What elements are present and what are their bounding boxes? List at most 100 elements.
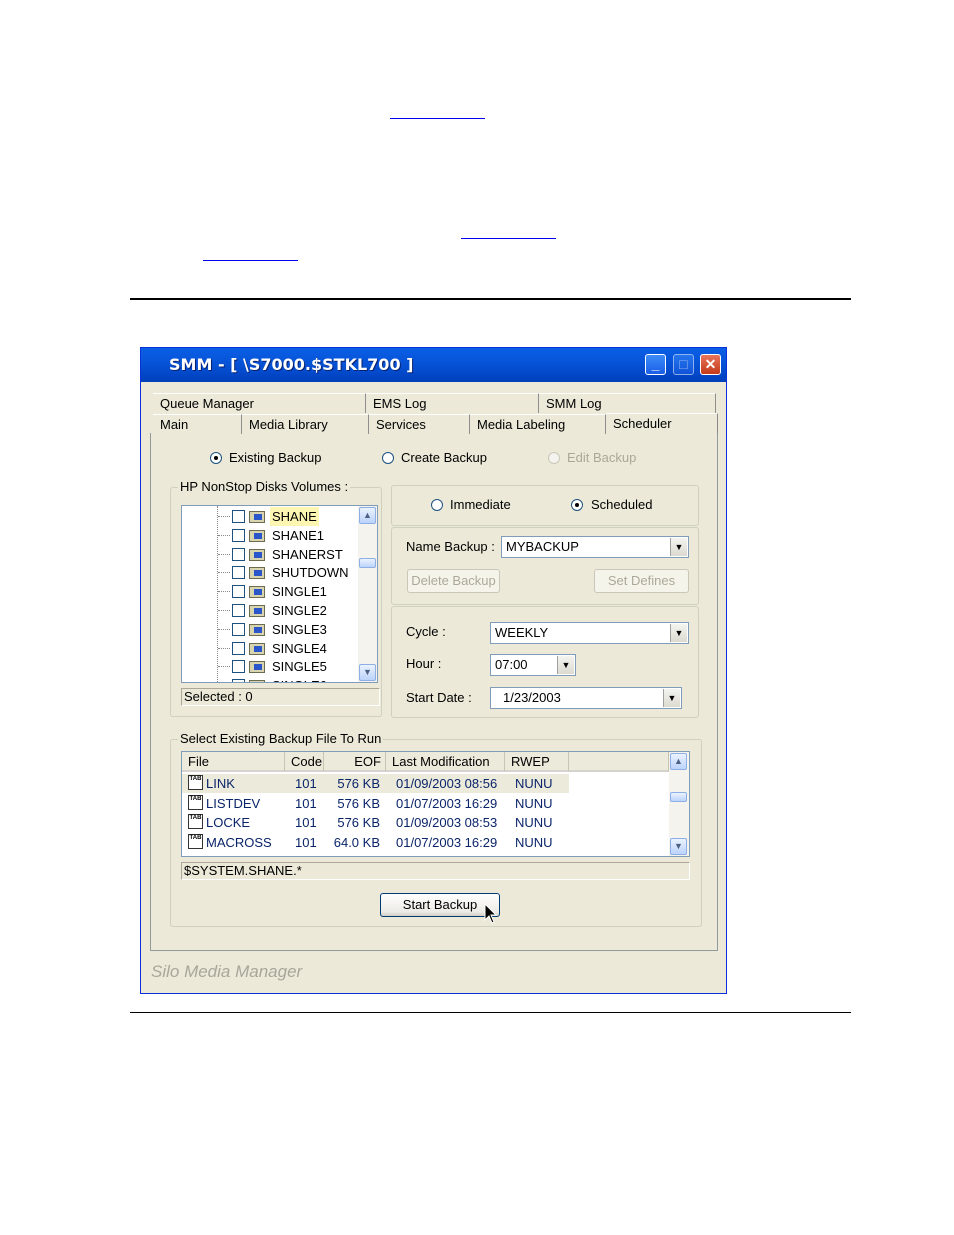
tab-media-labeling[interactable]: Media Labeling [470,414,606,434]
name-backup-label: Name Backup : [406,539,495,554]
disk-checkbox[interactable] [232,585,245,599]
disk-item[interactable]: SINGLE6 [182,676,357,682]
column-header[interactable]: EOF [324,752,386,772]
existing-backup-radio[interactable] [210,452,222,464]
tab-main[interactable]: Main [153,414,242,434]
backup-file-list[interactable]: File Code EOF Last Modification RWEP TAB LINK… [181,751,690,857]
disk-drive-icon [249,605,265,617]
scheduled-radio[interactable] [571,499,583,511]
disk-checkbox[interactable] [232,566,245,580]
column-header[interactable]: RWEP [505,752,569,772]
disk-checkbox[interactable] [232,622,245,636]
cycle-value: WEEKLY [495,625,549,640]
table-row[interactable]: TAB LOCKE 101 576 KB 01/09/2003 08:53 NUNU [182,813,569,832]
tree-scrollbar[interactable]: ▲ ▼ [358,506,377,682]
scroll-up-icon[interactable]: ▲ [670,753,687,770]
disk-item[interactable]: SINGLE2 [182,601,357,620]
scroll-thumb[interactable] [359,558,376,568]
hyperlink-underline[interactable] [203,260,298,261]
chevron-down-icon[interactable]: ▼ [663,689,680,707]
hyperlink-underline[interactable] [461,238,556,239]
tape-file-icon: TAB [188,775,203,790]
table-cell: 01/09/2003 08:53 [396,815,498,831]
tape-file-icon: TAB [188,834,203,850]
table-cell: 576 KB [337,815,380,831]
tab-ems-log[interactable]: EMS Log [366,393,539,413]
existing-backup-label[interactable]: Existing Backup [229,450,322,465]
disk-item-label: SINGLE3 [272,621,327,637]
disk-checkbox[interactable] [232,510,245,523]
delete-backup-button[interactable]: Delete Backup [407,569,500,593]
disk-drive-icon [249,623,265,636]
disk-checkbox[interactable] [232,547,245,561]
start-backup-button[interactable]: Start Backup [380,893,500,917]
disk-item[interactable]: SINGLE1 [182,582,357,601]
disk-checkbox[interactable] [232,641,245,655]
disk-checkbox[interactable] [232,604,245,617]
disk-checkbox[interactable] [232,528,245,542]
tab-queue-manager[interactable]: Queue Manager [153,393,366,413]
disk-item[interactable]: SINGLE5 [182,657,357,676]
disk-drive-icon [249,586,265,599]
backup-files-group-label: Select Existing Backup File To Run [178,731,384,746]
scheduled-label[interactable]: Scheduled [591,497,652,512]
close-icon[interactable]: ✕ [700,354,721,375]
disk-checkbox[interactable] [232,679,245,682]
disk-item[interactable]: SHANERST [182,545,357,564]
maximize-icon[interactable]: □ [673,354,694,375]
chevron-down-icon[interactable]: ▼ [670,538,687,556]
list-scrollbar[interactable]: ▲ ▼ [669,752,689,856]
tree-connector [218,647,230,649]
top-rule [130,298,851,300]
disks-group-label: HP NonStop Disks Volumes : [178,479,351,494]
set-defines-button[interactable]: Set Defines [594,569,689,593]
disk-tree[interactable]: SHANE SHANE1 SHANERST SHUTDOWN SINGLE1 SINGLE… [181,505,378,683]
disk-item-label: SHANERST [272,546,343,562]
table-cell: 101 [295,776,317,791]
disk-item-label: SHANE1 [272,527,325,543]
tab-scheduler[interactable]: Scheduler [606,413,718,435]
disk-drive-icon [249,511,265,523]
disk-item[interactable]: SINGLE4 [182,639,357,658]
table-row[interactable]: TAB MACROSS 101 64.0 KB 01/07/2003 16:29 NUNU [182,833,569,852]
tree-connector [218,534,230,536]
disk-item[interactable]: SHANE1 [182,526,357,545]
scroll-up-icon[interactable]: ▲ [359,507,376,524]
edit-backup-label[interactable]: Edit Backup [567,450,636,465]
disk-item-label: SHUTDOWN [272,565,349,581]
start-date-picker[interactable]: 1/23/2003 ▼ [490,687,682,709]
scroll-thumb[interactable] [670,792,687,802]
immediate-label[interactable]: Immediate [450,497,511,512]
edit-backup-radio[interactable] [548,452,560,464]
table-row[interactable]: TAB LISTDEV 101 576 KB 01/07/2003 16:29 NUNU [182,794,569,813]
disk-item[interactable]: SHUTDOWN [182,563,357,582]
disk-item-label: SINGLE2 [272,603,327,618]
scroll-down-icon[interactable]: ▼ [670,838,687,855]
disk-item[interactable]: SINGLE3 [182,620,357,639]
table-cell: NUNU [515,815,553,831]
disk-checkbox[interactable] [232,660,245,674]
column-header[interactable]: Code [285,752,324,772]
disk-drive-icon [249,680,265,682]
disk-item-label: SINGLE5 [272,659,327,675]
tab-smm-log[interactable]: SMM Log [539,393,716,413]
scroll-down-icon[interactable]: ▼ [359,664,376,681]
minimize-icon[interactable]: _ [645,354,666,375]
hyperlink-underline[interactable] [390,118,485,119]
column-header[interactable]: File [182,752,285,772]
tab-services[interactable]: Services [369,414,470,434]
hour-combo[interactable]: 07:00 ▼ [490,654,576,676]
name-backup-combo[interactable]: MYBACKUP ▼ [501,536,689,558]
immediate-radio[interactable] [431,499,443,511]
table-row[interactable]: TAB LINK 101 576 KB 01/09/2003 08:56 NUNU [182,774,569,793]
table-cell: 01/07/2003 16:29 [396,795,498,811]
create-backup-radio[interactable] [382,452,394,464]
disk-item[interactable]: SHANE [182,507,357,526]
tab-media-library[interactable]: Media Library [242,414,369,434]
column-header[interactable]: Last Modification [386,752,505,772]
title-bar[interactable]: SMM - [ \S7000.$STKL700 ] _ □ ✕ [141,348,726,382]
chevron-down-icon[interactable]: ▼ [670,624,687,642]
create-backup-label[interactable]: Create Backup [401,450,487,465]
cycle-combo[interactable]: WEEKLY ▼ [490,622,689,644]
chevron-down-icon[interactable]: ▼ [557,656,574,674]
